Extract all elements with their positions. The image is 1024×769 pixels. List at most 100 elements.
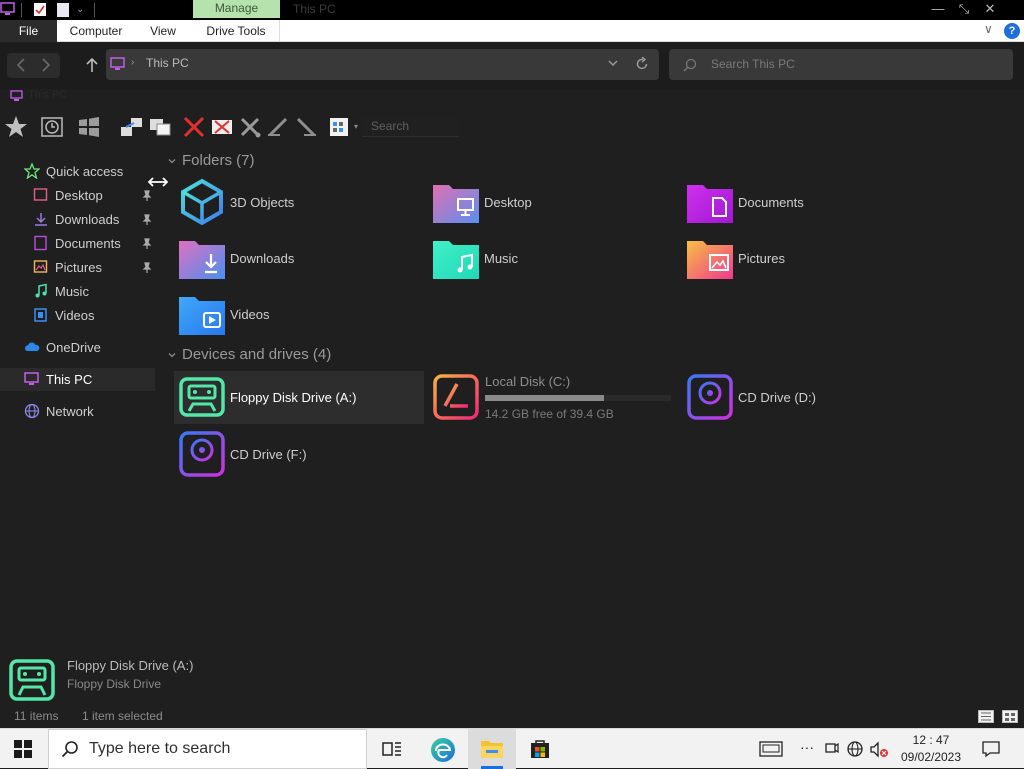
meet-now-icon[interactable] — [825, 741, 839, 757]
pin-icon[interactable] — [141, 238, 153, 250]
downloads-folder-icon — [178, 234, 226, 282]
videos-icon — [33, 307, 49, 323]
toolbar-search-input[interactable]: Search — [362, 117, 459, 137]
volume-muted-icon[interactable] — [869, 741, 889, 759]
folders-section-header[interactable]: Folders (7) — [167, 152, 255, 169]
map-network-drive-icon[interactable] — [120, 115, 144, 139]
windows-start-icon[interactable] — [14, 740, 32, 758]
notifications-icon[interactable] — [982, 740, 1000, 758]
taskbar-clock[interactable]: 12 : 47 09/02/2023 — [896, 732, 966, 766]
folder-tile-documents[interactable]: Documents — [686, 178, 804, 226]
disk-usage-fill — [485, 395, 605, 401]
sidebar-item-quick-access[interactable]: Quick access — [24, 160, 123, 182]
computer-icon[interactable] — [0, 2, 16, 17]
tab-view[interactable]: View — [140, 20, 186, 42]
close-button[interactable]: ✕ — [976, 0, 1004, 20]
tab-file[interactable]: File — [0, 20, 57, 42]
tab-computer[interactable]: Computer — [62, 20, 130, 42]
delete-icon[interactable] — [182, 115, 206, 139]
sidebar-item-onedrive[interactable]: OneDrive — [24, 336, 101, 358]
sidebar-item-music[interactable]: Music — [33, 280, 89, 302]
network-globe-icon[interactable] — [847, 741, 863, 757]
sidebar-item-label: Downloads — [55, 211, 120, 227]
sidebar-item-videos[interactable]: Videos — [33, 304, 95, 326]
tray-overflow-icon[interactable]: ··· — [800, 739, 814, 755]
documents-icon — [33, 235, 49, 251]
pin-icon[interactable] — [141, 190, 153, 202]
sidebar-item-documents[interactable]: Documents — [33, 232, 121, 254]
item-count: 11 items — [14, 709, 59, 723]
qat-dropdown-icon[interactable]: ⌄ — [76, 4, 84, 15]
taskbar: Type here to search ··· 12 : 47 09/02/20… — [0, 728, 1024, 769]
tab-drive-tools[interactable]: Drive Tools — [193, 20, 280, 42]
sidebar-item-label: Music — [55, 283, 89, 299]
copy-icon[interactable] — [148, 115, 172, 139]
pictures-icon — [33, 259, 49, 275]
address-dropdown-icon[interactable] — [607, 58, 619, 68]
view-dropdown-icon[interactable]: ▾ — [354, 122, 358, 131]
section-title: Devices and drives (4) — [182, 346, 332, 363]
details-view-icon[interactable] — [978, 710, 994, 723]
up-icon[interactable] — [85, 57, 99, 73]
forward-icon[interactable] — [40, 58, 52, 72]
section-title: Folders (7) — [182, 152, 255, 169]
windows-flag-icon[interactable] — [77, 115, 101, 139]
taskbar-search-input[interactable]: Type here to search — [48, 729, 367, 769]
drive-tile-cd-f[interactable]: CD Drive (F:) — [178, 430, 307, 478]
this-pc-icon — [10, 90, 24, 102]
new-folder-icon[interactable] — [57, 2, 69, 17]
drives-section-header[interactable]: Devices and drives (4) — [167, 346, 331, 363]
folder-tile-downloads[interactable]: Downloads — [178, 234, 294, 282]
drive-tile-local-disk-c[interactable] — [432, 373, 484, 421]
edge-browser-icon[interactable] — [430, 737, 456, 763]
sidebar-item-network[interactable]: Network — [24, 400, 94, 422]
redo-icon[interactable] — [294, 115, 318, 139]
folder-tile-music[interactable]: Music — [432, 234, 518, 282]
clock-time: 12 : 47 — [912, 733, 950, 747]
disconnect-drive-icon[interactable] — [210, 115, 234, 139]
properties-icon[interactable] — [33, 2, 47, 17]
file-explorer-icon — [480, 738, 504, 760]
minimize-button[interactable]: — — [924, 0, 952, 20]
sidebar-item-downloads[interactable]: Downloads — [33, 208, 119, 230]
large-icons-view-icon[interactable] — [1002, 710, 1018, 723]
recent-clock-icon[interactable] — [40, 115, 64, 139]
sidebar-item-label: Network — [46, 403, 94, 419]
undo-icon[interactable] — [266, 115, 290, 139]
folder-tile-videos[interactable]: Videos — [178, 290, 270, 338]
help-icon[interactable]: ? — [1004, 23, 1020, 39]
sidebar-item-pictures[interactable]: Pictures — [33, 256, 102, 278]
sidebar-item-desktop[interactable]: Desktop — [33, 184, 103, 206]
view-layout-icon[interactable] — [328, 115, 352, 139]
folder-tile-desktop[interactable]: Desktop — [432, 178, 532, 226]
address-bar[interactable]: › This PC — [106, 49, 659, 80]
resize-cursor-icon — [148, 176, 168, 188]
folder-tile-3d-objects[interactable]: 3D Objects — [178, 178, 294, 226]
drive-tile-cd-d[interactable]: CD Drive (D:) — [686, 373, 816, 421]
cut-icon[interactable] — [238, 115, 262, 139]
breadcrumb-chevron-icon[interactable]: › — [131, 57, 137, 68]
file-explorer-taskbar-button[interactable] — [468, 729, 516, 769]
documents-folder-icon — [686, 178, 734, 226]
drive-tile-floppy-a[interactable]: Floppy Disk Drive (A:) — [178, 373, 356, 421]
drive-label: Local Disk (C:) — [485, 374, 571, 389]
search-box[interactable]: Search This PC — [669, 49, 1013, 80]
pin-icon[interactable] — [141, 262, 153, 274]
refresh-icon[interactable] — [636, 57, 649, 71]
manage-contextual-tab[interactable]: Manage — [193, 0, 280, 18]
pin-icon[interactable] — [141, 214, 153, 226]
folder-tile-pictures[interactable]: Pictures — [686, 234, 785, 282]
favorite-star-icon[interactable] — [4, 115, 28, 139]
sidebar-item-this-pc[interactable]: This PC — [24, 368, 92, 390]
address-path[interactable]: This PC — [146, 56, 189, 70]
task-view-icon[interactable] — [382, 739, 402, 759]
maximize-button[interactable]: ⤡ — [950, 0, 978, 20]
microsoft-store-icon[interactable] — [529, 738, 551, 760]
drive-label: Floppy Disk Drive (A:) — [230, 389, 357, 405]
ribbon-collapse-icon[interactable]: ∨ — [984, 22, 993, 36]
folder-label: 3D Objects — [230, 194, 295, 210]
floppy-drive-icon — [8, 658, 56, 702]
back-icon[interactable] — [15, 58, 27, 72]
location-tab-label: This PC — [28, 89, 68, 101]
keyboard-icon[interactable] — [759, 740, 783, 758]
